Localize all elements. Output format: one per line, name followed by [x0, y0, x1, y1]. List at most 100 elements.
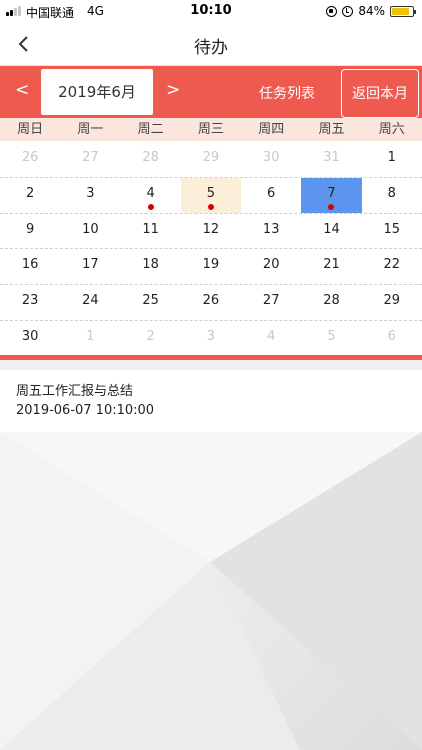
calendar-week-row: 26 27 28 29 30 31 1	[0, 142, 422, 178]
calendar-day[interactable]: 25	[121, 285, 181, 320]
calendar-day[interactable]: 23	[0, 285, 60, 320]
day-number: 24	[82, 293, 99, 309]
calendar-day[interactable]: 2	[121, 321, 181, 357]
calendar-day[interactable]: 22	[362, 249, 422, 284]
battery-fill	[392, 7, 409, 15]
weekday-label: 周三	[197, 122, 224, 137]
calendar-day[interactable]: 3	[181, 321, 241, 357]
calendar-day[interactable]: 29	[181, 142, 241, 177]
calendar-day[interactable]: 9	[0, 214, 60, 249]
calendar-day[interactable]: 26	[0, 142, 60, 177]
rotation-lock-icon	[326, 5, 338, 17]
day-number: 8	[387, 185, 396, 201]
event-dot-icon	[207, 203, 214, 210]
calendar-day[interactable]: 7	[301, 177, 362, 213]
calendar-day[interactable]: 2	[0, 178, 60, 213]
calendar-day[interactable]: 24	[60, 285, 120, 320]
day-number: 13	[262, 221, 280, 237]
calendar-day[interactable]: 19	[181, 249, 241, 284]
day-number: 14	[323, 221, 340, 237]
calendar-week-row: 16 17 18 19 20 21 22	[0, 249, 422, 286]
calendar-day[interactable]: 16	[0, 249, 60, 284]
day-number: 20	[262, 257, 280, 273]
calendar-day[interactable]: 12	[181, 214, 241, 249]
calendar-day[interactable]: 15	[362, 214, 422, 249]
day-number: 1	[86, 328, 95, 344]
day-number: 3	[206, 328, 216, 344]
weekday-label: 周二	[137, 122, 164, 137]
task-item[interactable]: 周五工作汇报与总结 2019-06-07 10:10:00	[0, 370, 422, 432]
day-number: 25	[142, 293, 159, 309]
calendar-day[interactable]: 4	[121, 178, 181, 213]
current-month-label[interactable]: 2019年6月	[41, 69, 153, 115]
calendar-day[interactable]: 3	[60, 178, 120, 213]
calendar-day[interactable]: 28	[301, 285, 361, 320]
calendar-day[interactable]: 6	[241, 178, 301, 213]
day-number: 12	[202, 221, 220, 237]
day-number: 21	[323, 257, 340, 273]
page-title: 待办	[194, 38, 228, 58]
day-number: 2	[25, 185, 35, 201]
nav-bar: 待办	[0, 22, 422, 66]
prev-month-button[interactable]: <	[15, 80, 29, 100]
back-to-current-month-button[interactable]: 返回本月	[341, 69, 419, 118]
day-number: 10	[82, 221, 99, 237]
day-number: 23	[21, 293, 39, 309]
calendar-day[interactable]: 18	[121, 249, 181, 284]
battery-icon	[390, 5, 416, 17]
day-number: 6	[267, 185, 276, 201]
calendar-day[interactable]: 28	[121, 142, 181, 177]
calendar-day[interactable]: 29	[362, 285, 422, 320]
day-number: 18	[142, 257, 159, 273]
day-number: 29	[202, 150, 220, 165]
calendar-day[interactable]: 5	[180, 177, 242, 213]
calendar-week-row: 2 3 4 5 6 7 8	[0, 177, 422, 214]
alarm-icon	[342, 5, 354, 17]
calendar-day[interactable]: 26	[181, 285, 241, 320]
weekday-label: 周五	[318, 122, 345, 137]
day-number: 29	[383, 293, 400, 309]
next-month-button[interactable]: >	[166, 80, 180, 100]
calendar-day[interactable]: 1	[60, 321, 120, 357]
calendar-day[interactable]: 6	[362, 321, 422, 357]
day-number: 17	[82, 257, 99, 273]
calendar-day[interactable]: 14	[301, 214, 361, 249]
day-number: 5	[206, 185, 216, 201]
calendar-day[interactable]: 5	[301, 321, 361, 357]
day-number: 4	[146, 185, 155, 201]
day-number: 19	[202, 257, 220, 273]
background-pattern	[0, 432, 422, 750]
calendar-day[interactable]: 21	[301, 249, 361, 284]
day-number: 9	[25, 221, 35, 237]
task-title: 周五工作汇报与总结	[16, 384, 134, 399]
calendar-day[interactable]: 27	[60, 142, 120, 177]
calendar-day[interactable]: 17	[60, 249, 120, 284]
day-number: 27	[262, 293, 280, 309]
calendar-day[interactable]: 30	[0, 321, 60, 357]
day-number: 28	[142, 150, 159, 165]
calendar-day[interactable]: 31	[301, 142, 361, 177]
day-number: 27	[82, 150, 99, 165]
calendar-day[interactable]: 8	[362, 178, 422, 213]
battery-percent: 84%	[358, 4, 385, 18]
calendar-week-row: 23 24 25 26 27 28 29	[0, 285, 422, 321]
calendar-day[interactable]: 13	[241, 214, 301, 249]
calendar-day[interactable]: 1	[362, 142, 422, 177]
calendar-day[interactable]: 4	[241, 321, 301, 357]
weekday-label: 周四	[258, 122, 285, 137]
calendar-day[interactable]: 20	[241, 249, 301, 284]
day-number: 30	[262, 150, 280, 165]
day-number: 4	[267, 328, 276, 344]
status-bar: 中国联通 4G 10:10 84%	[0, 0, 422, 22]
calendar-day[interactable]: 11	[121, 214, 181, 249]
weekday-label: 周一	[77, 122, 104, 137]
calendar-week-row: 30 1 2 3 4 5 6	[0, 321, 422, 357]
calendar-day[interactable]: 30	[241, 142, 301, 177]
day-number: 15	[383, 221, 400, 237]
task-list-button[interactable]: 任务列表	[259, 83, 315, 103]
calendar-day[interactable]: 27	[241, 285, 301, 320]
calendar-day[interactable]: 10	[60, 214, 120, 249]
calendar-week-row: 9 10 11 12 13 14 15	[0, 214, 422, 250]
day-number: 26	[21, 150, 39, 165]
day-number: 1	[387, 150, 396, 165]
